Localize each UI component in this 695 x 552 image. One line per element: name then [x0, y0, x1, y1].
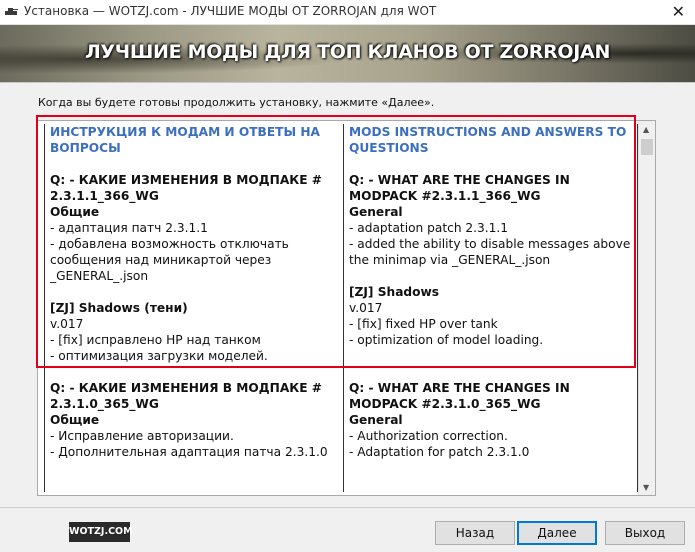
- scrollbar-thumb[interactable]: [641, 139, 653, 155]
- en-cell: Q: - WHAT ARE THE CHANGES IN MODPACK #2.…: [342, 380, 638, 492]
- tank-icon: [5, 8, 18, 15]
- ru-line: - Дополнительная адаптация патча 2.3.1.0: [50, 445, 328, 459]
- instruction-text: Когда вы будете готовы продолжить устано…: [38, 96, 435, 109]
- highlight-box: [36, 115, 636, 368]
- divider: [0, 82, 695, 83]
- ru-line: - Исправление авторизации.: [50, 429, 234, 443]
- header-banner: ЛУЧШИЕ МОДЫ ДЛЯ ТОП КЛАНОВ ОТ ZORROJAN: [0, 25, 695, 82]
- next-button[interactable]: Далее: [517, 521, 597, 545]
- title-bar: Установка — WOTZJ.com - ЛУЧШИЕ МОДЫ ОТ Z…: [0, 0, 695, 25]
- ru-cell: Q: - КАКИЕ ИЗМЕНЕНИЯ В МОДПАКЕ # 2.3.1.0…: [45, 380, 343, 492]
- chevron-up-icon[interactable]: ▲: [643, 125, 649, 134]
- chevron-down-icon[interactable]: ▼: [643, 483, 649, 492]
- window-title: Установка — WOTZJ.com - ЛУЧШИЕ МОДЫ ОТ Z…: [24, 4, 437, 18]
- site-logo: WOTZJ.COM: [69, 522, 133, 542]
- en-subheader: General: [348, 413, 403, 427]
- banner-title: ЛУЧШИЕ МОДЫ ДЛЯ ТОП КЛАНОВ ОТ ZORROJAN: [84, 41, 611, 63]
- en-line: - Adaptation for patch 2.3.1.0: [348, 445, 530, 459]
- table-row: Q: - КАКИЕ ИЗМЕНЕНИЯ В МОДПАКЕ # 2.3.1.0…: [44, 380, 638, 492]
- close-icon[interactable]: ✕: [672, 2, 685, 21]
- back-button[interactable]: Назад: [435, 521, 515, 545]
- en-question: Q: - WHAT ARE THE CHANGES IN MODPACK #2.…: [348, 381, 570, 411]
- vertical-scrollbar[interactable]: ▲ ▼: [638, 121, 655, 495]
- ru-question: Q: - КАКИЕ ИЗМЕНЕНИЯ В МОДПАКЕ # 2.3.1.0…: [50, 381, 323, 411]
- exit-button[interactable]: Выход: [605, 521, 685, 545]
- en-line: - Authorization correction.: [348, 429, 508, 443]
- divider: [0, 507, 695, 508]
- ru-subheader: Общие: [50, 413, 100, 427]
